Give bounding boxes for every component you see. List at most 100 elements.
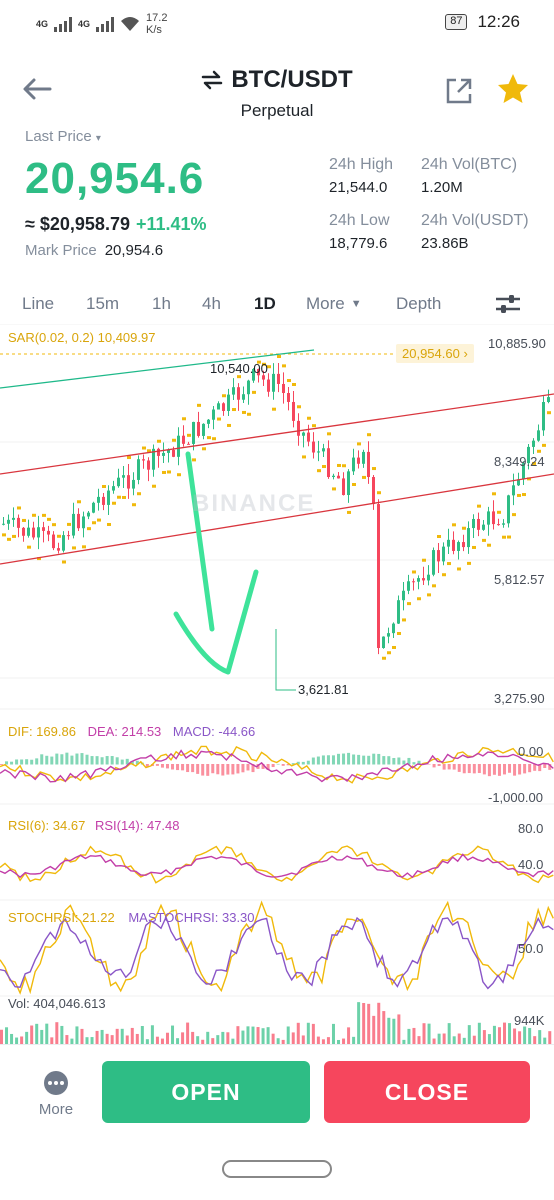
axis-label-2: 8,349.24 <box>494 454 545 469</box>
volume-bar <box>85 1037 89 1044</box>
sar-dot <box>187 433 191 437</box>
candle-body <box>282 383 285 394</box>
sar-dot <box>82 545 86 549</box>
macd-histogram-bar <box>236 764 240 774</box>
price-change: +11.41% <box>135 214 207 234</box>
candle-body <box>382 636 385 649</box>
candle-body <box>457 542 460 551</box>
candle-body <box>337 475 340 479</box>
tab-more[interactable]: More ▼ <box>306 294 362 314</box>
candle-body <box>222 403 225 411</box>
macd-histogram-bar <box>326 755 330 765</box>
candle-body <box>177 435 180 457</box>
close-button[interactable]: CLOSE <box>324 1061 530 1123</box>
macd-axis-top: 0.00 <box>518 744 544 759</box>
sar-dot <box>212 437 216 441</box>
sar-dot <box>277 355 281 359</box>
sar-dot <box>127 456 131 460</box>
tab-line[interactable]: Line <box>22 294 54 314</box>
sar-dot <box>207 436 211 440</box>
macd-histogram-bar <box>503 764 506 775</box>
volume-bar <box>362 1002 366 1044</box>
volume-bar <box>155 1036 159 1044</box>
volume-bar <box>437 1033 441 1044</box>
tab-15m[interactable]: 15m <box>86 294 119 314</box>
candle-body <box>182 435 185 444</box>
volume-bar <box>397 1014 401 1044</box>
sar-dot <box>522 493 526 497</box>
macd-histogram-bar <box>432 764 436 768</box>
star-icon[interactable] <box>496 72 530 106</box>
candle-body <box>402 590 405 601</box>
volume-bar <box>181 1032 185 1044</box>
volume-bar <box>427 1023 431 1044</box>
kline-chart[interactable]: SAR(0.02, 0.2) 10,409.97 10,885.90 20,95… <box>0 324 554 1044</box>
macd-histogram-bar <box>120 759 124 765</box>
candle-body <box>267 379 270 392</box>
volume-bar <box>196 1036 200 1044</box>
candle-body <box>342 478 345 496</box>
candle-body <box>82 516 85 529</box>
volume-bar <box>60 1025 64 1044</box>
sar-dot <box>292 382 296 386</box>
open-button[interactable]: OPEN <box>102 1061 310 1123</box>
candle-body <box>502 523 505 525</box>
more-button[interactable]: More <box>30 1071 82 1118</box>
sar-dot <box>297 405 301 409</box>
home-indicator[interactable] <box>222 1160 332 1178</box>
sar-indicator-label: SAR(0.02, 0.2) 10,409.97 <box>8 330 156 345</box>
sar-dot <box>247 412 251 416</box>
volume-bar <box>301 1035 305 1044</box>
macd-histogram-bar <box>216 764 220 775</box>
annotation-arrow-head <box>173 569 259 675</box>
macd-histogram-bar <box>201 764 205 776</box>
macd-histogram-bar <box>231 764 235 775</box>
tab-4h[interactable]: 4h <box>202 294 221 314</box>
sar-dot <box>217 417 221 421</box>
macd-histogram-bar <box>5 761 9 765</box>
sar-dot <box>432 584 436 588</box>
sar-dot <box>417 597 421 601</box>
volume-bar <box>251 1026 255 1044</box>
tab-1h[interactable]: 1h <box>152 294 171 314</box>
macd-histogram-bar <box>90 756 94 765</box>
sar-dot <box>462 526 466 530</box>
volume-bar <box>100 1029 104 1044</box>
tab-depth[interactable]: Depth <box>396 294 441 314</box>
macd-histogram-bar <box>105 756 109 765</box>
sar-dot <box>92 521 96 525</box>
sar-dot <box>367 433 371 437</box>
last-price-label[interactable]: Last Price ▾ <box>25 128 101 142</box>
candle-body <box>62 535 65 551</box>
volume-bar <box>45 1023 49 1044</box>
candle-body <box>172 449 175 457</box>
volume-bar <box>150 1025 154 1044</box>
macd-histogram-bar <box>191 764 195 773</box>
candle-body <box>417 578 420 582</box>
sar-dot <box>497 510 501 514</box>
pair-selector[interactable]: BTC/USDT <box>201 66 353 94</box>
candle-body <box>492 511 495 525</box>
volume-bar <box>467 1025 471 1044</box>
volume-bar <box>291 1032 295 1044</box>
macd-histogram-bar <box>442 764 446 770</box>
volume-bar <box>477 1022 481 1044</box>
volume-bar <box>271 1033 275 1044</box>
settings-sliders-icon[interactable] <box>494 292 522 316</box>
tab-1d[interactable]: 1D <box>254 294 276 314</box>
current-price-tag[interactable]: 20,954.60 › <box>396 344 474 363</box>
volume-bar <box>533 1036 537 1044</box>
candle-body <box>42 527 45 531</box>
axis-label-top: 10,885.90 <box>488 336 546 351</box>
macd-histogram-bar <box>382 756 386 765</box>
macd-histogram-bar <box>523 764 527 774</box>
volume-bar <box>115 1028 119 1044</box>
share-icon[interactable] <box>444 76 474 106</box>
sar-dot <box>32 513 36 517</box>
volume-bar <box>110 1035 114 1044</box>
volume-bar <box>372 1015 376 1044</box>
sar-dot <box>322 465 326 469</box>
candle-body <box>447 539 450 547</box>
candle-body <box>67 535 70 537</box>
bottom-action-bar: More OPEN CLOSE <box>0 1044 554 1144</box>
